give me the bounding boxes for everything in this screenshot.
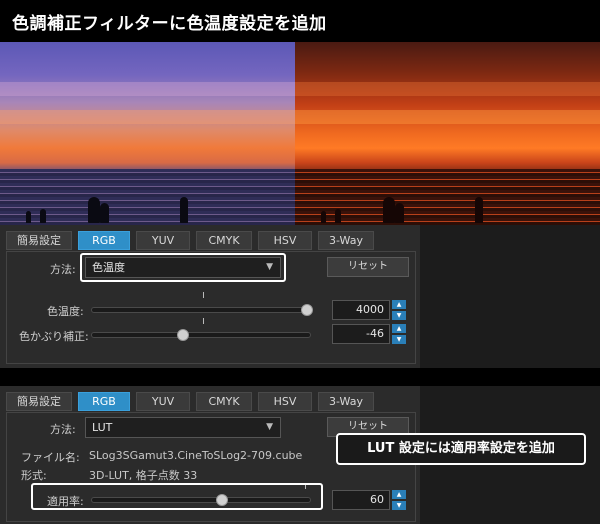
triangle-up-icon[interactable]: ▲ xyxy=(392,490,406,499)
before-photo xyxy=(0,42,295,225)
method-label: 方法: xyxy=(50,423,76,436)
method-value: LUT xyxy=(92,421,113,434)
person-silhouette xyxy=(180,197,188,223)
section-gap xyxy=(0,368,600,386)
highlight-box xyxy=(80,253,286,282)
lut-callout: LUT 設定には適用率設定を追加 xyxy=(336,433,586,465)
person-silhouette xyxy=(88,197,100,223)
tab-yuv[interactable]: YUV xyxy=(136,231,190,250)
triangle-down-icon[interactable]: ▼ xyxy=(392,335,406,344)
cloud-band xyxy=(295,110,600,124)
tab-simple[interactable]: 簡易設定 xyxy=(6,392,72,411)
tab-content: 方法: LUT ▼ リセット ファイル名: SLog3SGamut3.CineT… xyxy=(6,412,416,522)
tab-hsv[interactable]: HSV xyxy=(258,231,312,250)
tint-label: 色かぶり補正: xyxy=(19,330,89,343)
color-temp-spinner[interactable]: ▲ ▼ xyxy=(392,300,406,320)
person-silhouette xyxy=(40,209,46,223)
tab-yuv[interactable]: YUV xyxy=(136,392,190,411)
color-temp-value-field[interactable]: 4000 xyxy=(332,300,390,320)
file-name-value: SLog3SGamut3.CineToSLog2-709.cube xyxy=(89,449,303,462)
tab-simple[interactable]: 簡易設定 xyxy=(6,231,72,250)
cloud-band xyxy=(0,82,295,96)
cloud-band xyxy=(0,110,295,124)
tint-slider-track[interactable] xyxy=(91,332,311,338)
method-label: 方法: xyxy=(50,263,76,276)
format-value: 3D-LUT, 格子点数 33 xyxy=(89,469,198,482)
person-silhouette xyxy=(335,209,341,223)
tab-rgb[interactable]: RGB xyxy=(78,392,130,411)
after-photo xyxy=(295,42,600,225)
header: 色調補正フィルターに色温度設定を追加 xyxy=(0,0,600,42)
file-name-label: ファイル名: xyxy=(21,451,80,464)
tab-3way[interactable]: 3-Way xyxy=(318,231,374,250)
color-correction-panel-color-temp: 簡易設定 RGB YUV CMYK HSV 3-Way 方法: 色温度 ▼ リセ… xyxy=(0,225,420,368)
slider-center-tick xyxy=(203,318,204,324)
apply-rate-spinner[interactable]: ▲ ▼ xyxy=(392,490,406,510)
tint-value-field[interactable]: -46 xyxy=(332,324,390,344)
tint-slider-thumb[interactable] xyxy=(177,329,189,341)
apply-rate-value-field[interactable]: 60 xyxy=(332,490,390,510)
format-label: 形式: xyxy=(21,469,47,482)
tab-cmyk[interactable]: CMYK xyxy=(196,231,252,250)
tint-spinner[interactable]: ▲ ▼ xyxy=(392,324,406,344)
color-temp-slider-track[interactable] xyxy=(91,307,311,313)
person-silhouette xyxy=(100,203,109,223)
color-temp-slider-thumb[interactable] xyxy=(301,304,313,316)
person-silhouette xyxy=(475,197,483,223)
triangle-down-icon[interactable]: ▼ xyxy=(392,311,406,320)
method-select[interactable]: LUT ▼ xyxy=(85,417,281,438)
reset-button[interactable]: リセット xyxy=(327,257,409,277)
tab-content: 方法: 色温度 ▼ リセット 色温度: 4000 ▲ ▼ 色かぶり補正: -46… xyxy=(6,251,416,364)
person-silhouette xyxy=(26,211,31,223)
comparison-photos xyxy=(0,42,600,225)
person-silhouette xyxy=(383,197,395,223)
tab-rgb[interactable]: RGB xyxy=(78,231,130,250)
tab-3way[interactable]: 3-Way xyxy=(318,392,374,411)
highlight-box xyxy=(31,483,323,510)
triangle-down-icon[interactable]: ▼ xyxy=(392,501,406,510)
slider-center-tick xyxy=(203,292,204,298)
chevron-down-icon: ▼ xyxy=(266,422,273,432)
tab-cmyk[interactable]: CMYK xyxy=(196,392,252,411)
tab-hsv[interactable]: HSV xyxy=(258,392,312,411)
page-title: 色調補正フィルターに色温度設定を追加 xyxy=(12,14,327,34)
person-silhouette xyxy=(321,211,326,223)
person-silhouette xyxy=(395,203,404,223)
panel-side-area xyxy=(420,225,600,368)
cloud-band xyxy=(295,82,600,96)
triangle-up-icon[interactable]: ▲ xyxy=(392,300,406,309)
color-temp-label: 色温度: xyxy=(47,305,84,318)
triangle-up-icon[interactable]: ▲ xyxy=(392,324,406,333)
